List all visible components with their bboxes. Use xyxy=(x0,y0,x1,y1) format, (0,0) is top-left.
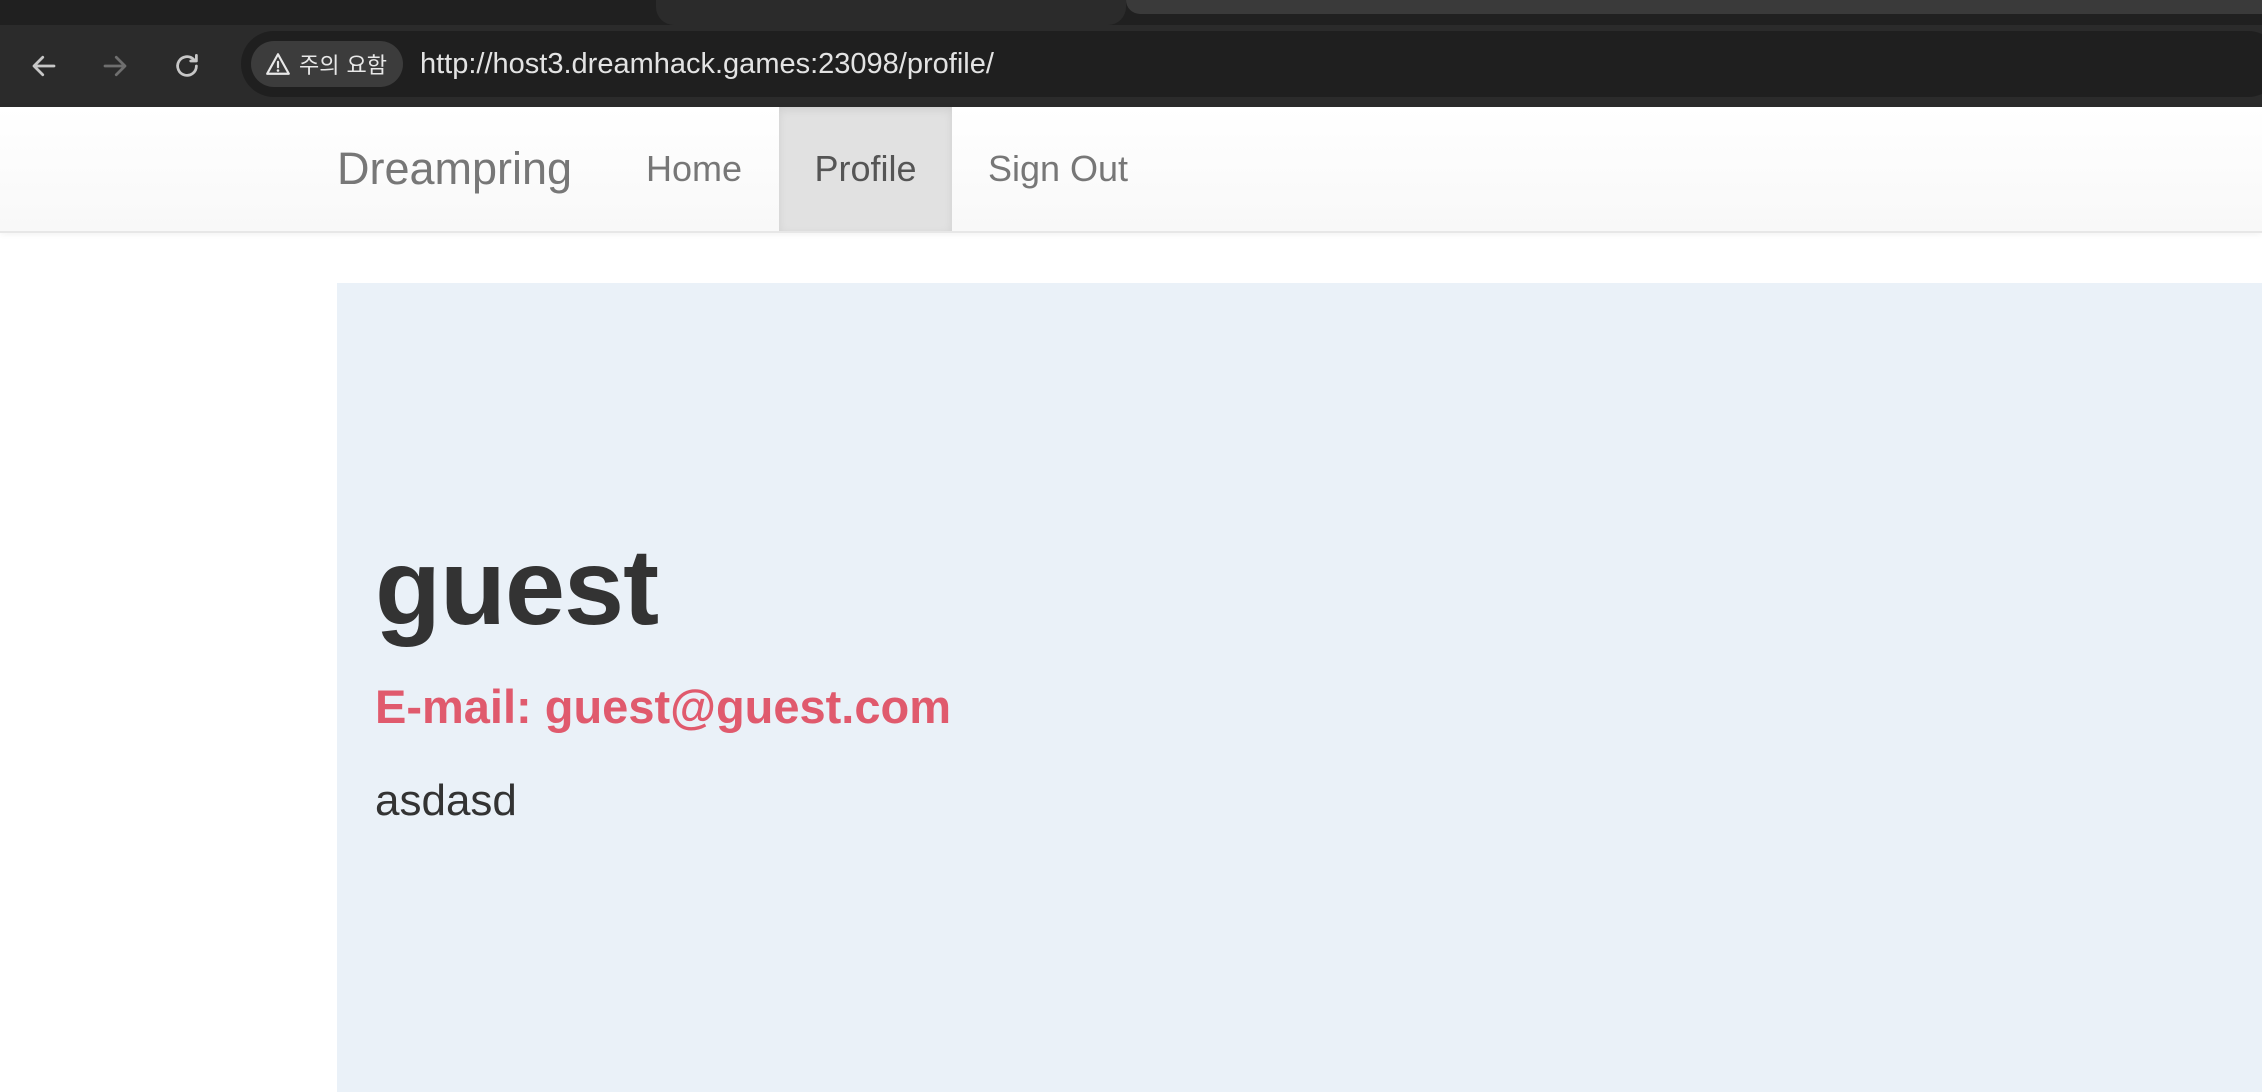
active-tab[interactable] xyxy=(656,0,1126,25)
reload-button[interactable] xyxy=(163,42,211,90)
nav-item-sign-out[interactable]: Sign Out xyxy=(972,107,1144,231)
inactive-tab[interactable] xyxy=(1126,0,2262,14)
profile-email: E-mail: guest@guest.com xyxy=(375,683,951,730)
profile-jumbotron: guest E-mail: guest@guest.com asdasd xyxy=(337,283,2262,1092)
nav-item-profile[interactable]: Profile xyxy=(779,107,952,231)
security-chip-label: 주의 요함 xyxy=(299,54,387,79)
url-text[interactable]: http://host3.dreamhack.games:23098/profi… xyxy=(420,31,994,97)
brand-link[interactable]: Dreampring xyxy=(337,107,572,231)
browser-chrome: 주의 요함 http://host3.dreamhack.games:23098… xyxy=(0,0,2262,107)
back-button[interactable] xyxy=(20,42,68,90)
warning-icon xyxy=(266,53,290,75)
reload-icon xyxy=(176,54,198,77)
email-value: guest@guest.com xyxy=(544,680,951,733)
security-warning-chip[interactable]: 주의 요함 xyxy=(251,41,403,87)
profile-bio: asdasd xyxy=(375,776,517,825)
arrow-left-icon xyxy=(32,55,56,77)
email-label: E-mail: xyxy=(375,680,532,733)
forward-button[interactable] xyxy=(91,42,139,90)
nav-item-home[interactable]: Home xyxy=(630,107,758,231)
browser-toolbar: 주의 요함 http://host3.dreamhack.games:23098… xyxy=(0,25,2262,107)
site-navbar: Dreampring Home Profile Sign Out xyxy=(0,107,2262,233)
profile-username: guest xyxy=(375,526,659,647)
tab-strip xyxy=(0,0,2262,25)
address-bar[interactable]: 주의 요함 http://host3.dreamhack.games:23098… xyxy=(241,31,2262,97)
arrow-right-icon xyxy=(103,55,127,77)
